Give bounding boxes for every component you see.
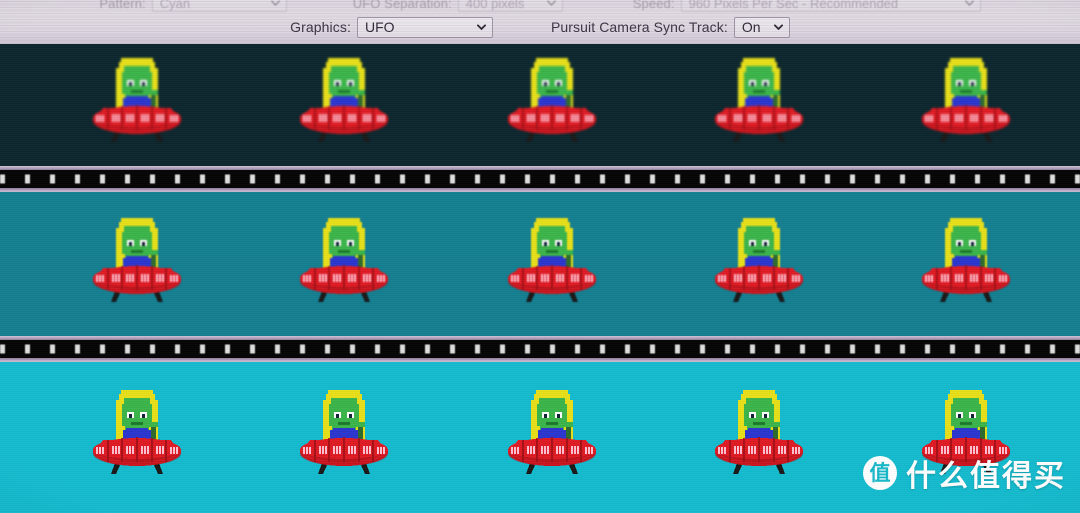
ufo-sprite — [292, 56, 396, 148]
smzdm-watermark: 值 什么值得买 — [863, 451, 1066, 495]
control-group-pattern: Pattern: Cyan — [99, 0, 287, 12]
ufo-sprite — [292, 388, 396, 480]
separator-dash-track — [0, 344, 1080, 354]
ufo-sprite — [85, 216, 189, 308]
screenshot-root: Pattern: Cyan UFO Separation: 400 pixels — [0, 0, 1080, 513]
separator-2 — [0, 336, 1080, 362]
ufo-row-2 — [0, 192, 1080, 336]
separator-1 — [0, 166, 1080, 192]
control-row-bottom: Graphics: UFO Pursuit Camera Sync Track:… — [0, 14, 1080, 40]
ufo-test-area — [0, 44, 1080, 513]
speed-label: Speed: — [632, 0, 675, 11]
ufo-sprite — [500, 56, 604, 148]
band-dark — [0, 44, 1080, 166]
chevron-down-icon — [773, 24, 783, 31]
ufo-separation-select[interactable]: 400 pixels — [457, 0, 563, 12]
graphics-label: Graphics: — [290, 19, 351, 35]
pattern-value: Cyan — [159, 0, 191, 11]
control-group-pursuit-camera: Pursuit Camera Sync Track: On — [550, 16, 790, 38]
ufo-sprite — [500, 388, 604, 480]
ufo-separation-label: UFO Separation: — [352, 0, 452, 11]
ufo-row-1 — [0, 44, 1080, 166]
ufo-sprite — [914, 56, 1018, 148]
separator-edge-bottom — [0, 188, 1080, 192]
separator-edge-top — [0, 166, 1080, 170]
pursuit-camera-sync-track-value: On — [741, 19, 761, 35]
ufo-sprite — [707, 388, 811, 480]
chevron-down-icon — [270, 0, 280, 7]
ufo-sprite — [707, 56, 811, 148]
smzdm-watermark-text: 什么值得买 — [906, 459, 1066, 494]
control-group-ufo-separation: UFO Separation: 400 pixels — [353, 0, 563, 12]
pattern-select[interactable]: Cyan — [151, 0, 287, 12]
chevron-down-icon — [476, 24, 486, 31]
control-group-speed: Speed: 960 Pixels Per Sec - Recommended — [633, 0, 981, 12]
graphics-value: UFO — [364, 19, 395, 35]
control-row-top: Pattern: Cyan UFO Separation: 400 pixels — [0, 0, 1080, 12]
ufo-sprite — [85, 388, 189, 480]
pursuit-camera-sync-track-label: Pursuit Camera Sync Track: — [550, 19, 728, 35]
control-group-graphics: Graphics: UFO — [290, 16, 493, 38]
graphics-select[interactable]: UFO — [356, 16, 493, 38]
pattern-label: Pattern: — [99, 0, 146, 11]
speed-select[interactable]: 960 Pixels Per Sec - Recommended — [680, 0, 981, 12]
ufo-sprite — [85, 56, 189, 148]
separator-edge-top — [0, 336, 1080, 340]
band-mid — [0, 192, 1080, 336]
ufo-sprite — [914, 216, 1018, 308]
chevron-down-icon — [546, 0, 556, 7]
pursuit-camera-sync-track-select[interactable]: On — [733, 16, 790, 38]
chevron-down-icon — [964, 0, 974, 7]
smzdm-badge-icon: 值 — [863, 456, 897, 490]
speed-value: 960 Pixels Per Sec - Recommended — [688, 0, 899, 11]
control-panel: Pattern: Cyan UFO Separation: 400 pixels — [0, 0, 1080, 44]
ufo-separation-value: 400 pixels — [465, 0, 525, 11]
ufo-sprite — [500, 216, 604, 308]
separator-dash-track — [0, 174, 1080, 184]
separator-edge-bottom — [0, 358, 1080, 362]
ufo-sprite — [707, 216, 811, 308]
ufo-sprite — [292, 216, 396, 308]
